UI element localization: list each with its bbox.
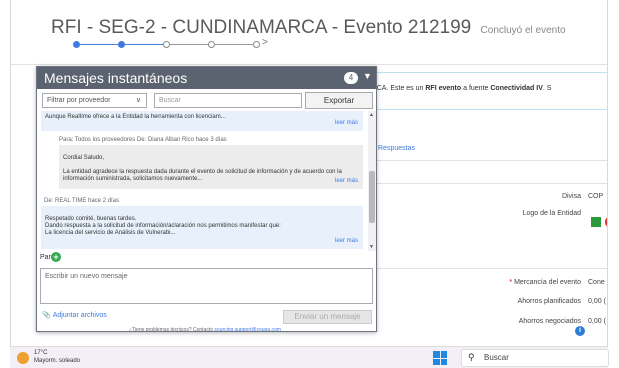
step-connector [215, 44, 253, 45]
chevron-down-icon[interactable]: ▼ [363, 71, 372, 81]
provider-filter-select[interactable]: Filtrar por proveedor ∨ [42, 93, 147, 108]
taskbar-search[interactable]: ⚲ Buscar [461, 349, 609, 367]
message-list-scrollbar[interactable]: ▲ ▼ [368, 111, 376, 251]
support-prefix: ¿Tiene problemas técnicos? Contacto [129, 327, 214, 333]
notice-text: . S [542, 85, 552, 92]
attach-files-link[interactable]: 📎 Adjuntar archivos [42, 311, 107, 319]
support-email-link[interactable]: sourcing.support@coupa.com [214, 327, 281, 333]
tab-respuestas[interactable]: Respuestas [378, 145, 415, 152]
step-connector [80, 44, 118, 45]
instant-messages-panel: Mensajes instantáneos 4 ▼ Filtrar por pr… [36, 66, 377, 333]
notice-text: a fuente [461, 85, 491, 92]
progress-steps: > [71, 37, 301, 50]
ahorros-planificados-label: Ahorros planificados [517, 298, 581, 305]
step-2-dot[interactable] [118, 41, 125, 48]
message-item: Cordial Saludo, La entidad agradece la r… [59, 145, 363, 189]
paperclip-icon: 📎 [42, 312, 51, 319]
scroll-up-icon[interactable]: ▲ [369, 112, 374, 118]
notice-commodity: Conectividad IV [490, 85, 543, 92]
message-body: Cordial Saludo, La entidad agradece la r… [63, 155, 342, 182]
info-icon[interactable]: i [575, 326, 585, 336]
step-connector [125, 44, 163, 45]
divisa-value: COP [588, 193, 604, 200]
message-item: Aunque Realtime ofrece a la Entidad la h… [41, 111, 363, 131]
step-1-dot[interactable] [73, 41, 80, 48]
notice-event-type: RFI evento [425, 85, 462, 92]
entity-logo-mark [605, 216, 607, 228]
windows-start-icon[interactable] [433, 351, 447, 365]
chevron-down-icon: ∨ [135, 97, 141, 104]
tab-divider [360, 160, 607, 161]
event-notice: ARCA. Este es un RFI evento a fuente Con… [360, 72, 607, 110]
message-list: Aunque Realtime ofrece a la Entidad la h… [37, 111, 367, 251]
panel-header[interactable]: Mensajes instantáneos 4 ▼ [37, 67, 376, 89]
scroll-down-icon[interactable]: ▼ [369, 244, 374, 250]
weather-sun-icon[interactable] [17, 352, 29, 364]
filter-label: Filtrar por proveedor [47, 97, 111, 104]
scrollbar-thumb[interactable] [369, 171, 375, 223]
message-body: Aunque Realtime ofrece a la Entidad la h… [45, 114, 226, 120]
message-body: Respetado comité, buenas tardes. Dando r… [45, 216, 281, 236]
mercancia-label: * Mercancía del evento [509, 279, 581, 286]
read-more-link[interactable]: leer más [335, 238, 358, 245]
section-divider [360, 268, 607, 269]
compose-message-input[interactable]: Escribir un nuevo mensaje [40, 268, 373, 304]
chevron-right-icon: > [262, 37, 268, 48]
mercancia-label-text: Mercancía del evento [514, 279, 581, 286]
message-meta: Para: Todos los proveedores De: Diana Al… [59, 137, 227, 143]
step-4-dot[interactable] [208, 41, 215, 48]
search-icon: ⚲ [468, 352, 475, 362]
entity-logo [591, 217, 601, 227]
logo-label: Logo de la Entidad [522, 210, 581, 217]
export-button[interactable]: Exportar [305, 92, 373, 109]
divisa-label: Divisa [561, 193, 581, 200]
step-connector [170, 44, 208, 45]
step-5-dot[interactable] [253, 41, 260, 48]
step-3-dot[interactable] [163, 41, 170, 48]
app-frame: RFI - SEG-2 - CUNDINAMARCA - Evento 2121… [10, 0, 608, 346]
section-divider [360, 183, 607, 184]
read-more-link[interactable]: leer más [335, 120, 358, 127]
support-text: ¿Tiene problemas técnicos? Contacto sour… [129, 327, 281, 333]
ahorros-planificados-value: 0,00 ( [588, 298, 606, 305]
weather-description[interactable]: Mayorm. soleado [34, 358, 80, 364]
message-meta: De: REAL TIME hace 2 días [44, 198, 120, 204]
message-item: Respetado comité, buenas tardes. Dando r… [41, 206, 363, 249]
ahorros-negociados-value: 0,00 ( [588, 318, 606, 325]
attach-label: Adjuntar archivos [52, 312, 107, 319]
mercancia-value: Cone [588, 279, 605, 286]
panel-title: Mensajes instantáneos [44, 70, 188, 86]
search-input[interactable]: Buscar [154, 93, 302, 108]
os-taskbar: 17°C Mayorm. soleado ⚲ Buscar [10, 346, 609, 368]
event-status: Concluyó el evento [480, 25, 566, 36]
weather-temperature[interactable]: 17°C [34, 350, 47, 356]
header-divider [11, 64, 607, 65]
ahorros-negociados-label: Ahorros negociados [518, 318, 581, 325]
read-more-link[interactable]: leer más [335, 178, 358, 185]
send-message-button[interactable]: Enviar un mensaje [283, 310, 372, 324]
event-title: RFI - SEG-2 - CUNDINAMARCA - Evento 2121… [51, 17, 472, 38]
add-recipient-icon[interactable]: + [51, 252, 61, 262]
page-title: RFI - SEG-2 - CUNDINAMARCA - Evento 2121… [51, 17, 566, 39]
message-count-badge: 4 [344, 72, 358, 84]
taskbar-search-label: Buscar [484, 353, 509, 362]
